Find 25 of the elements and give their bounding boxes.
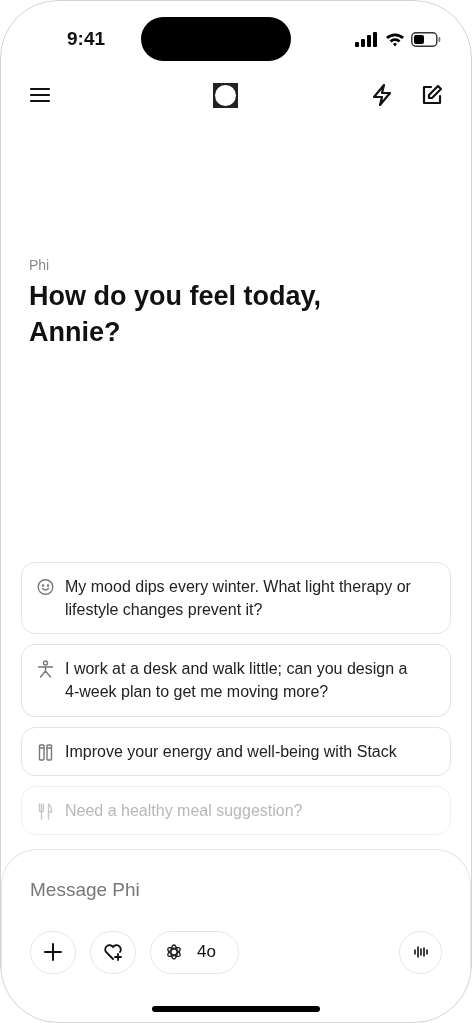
battery-icon [411, 31, 441, 47]
voice-button[interactable] [399, 930, 442, 974]
signal-icon [355, 31, 379, 47]
clock-time: 9:41 [67, 26, 106, 51]
knot-icon [165, 943, 183, 961]
model-button[interactable]: 4o [150, 930, 239, 974]
compose-icon [421, 84, 443, 106]
waveform-icon [412, 944, 429, 960]
greeting-title: How do you feel today, Annie? [29, 280, 323, 350]
menu-icon [29, 86, 51, 104]
suggestion-card[interactable]: Improve your energy and well-being with Stack [21, 726, 451, 776]
bottles-icon [36, 742, 55, 762]
app-logo [212, 82, 238, 108]
assistant-name: Phi [29, 256, 51, 275]
suggestion-card[interactable]: I work at a desk and walk little; can you design a 4-week plan to get me moving more? [21, 644, 451, 717]
fork-knife-icon [36, 801, 55, 821]
heart-plus-icon [103, 943, 123, 961]
wifi-icon [385, 31, 405, 47]
smile-icon [36, 577, 55, 597]
plus-icon [43, 942, 63, 962]
add-button[interactable] [30, 930, 76, 974]
person-icon [36, 660, 55, 680]
lightning-icon [371, 83, 393, 107]
suggestion-card[interactable]: My mood dips every winter. What light therapy or lifestyle changes prevent it? [21, 561, 451, 635]
health-button[interactable] [90, 930, 136, 974]
